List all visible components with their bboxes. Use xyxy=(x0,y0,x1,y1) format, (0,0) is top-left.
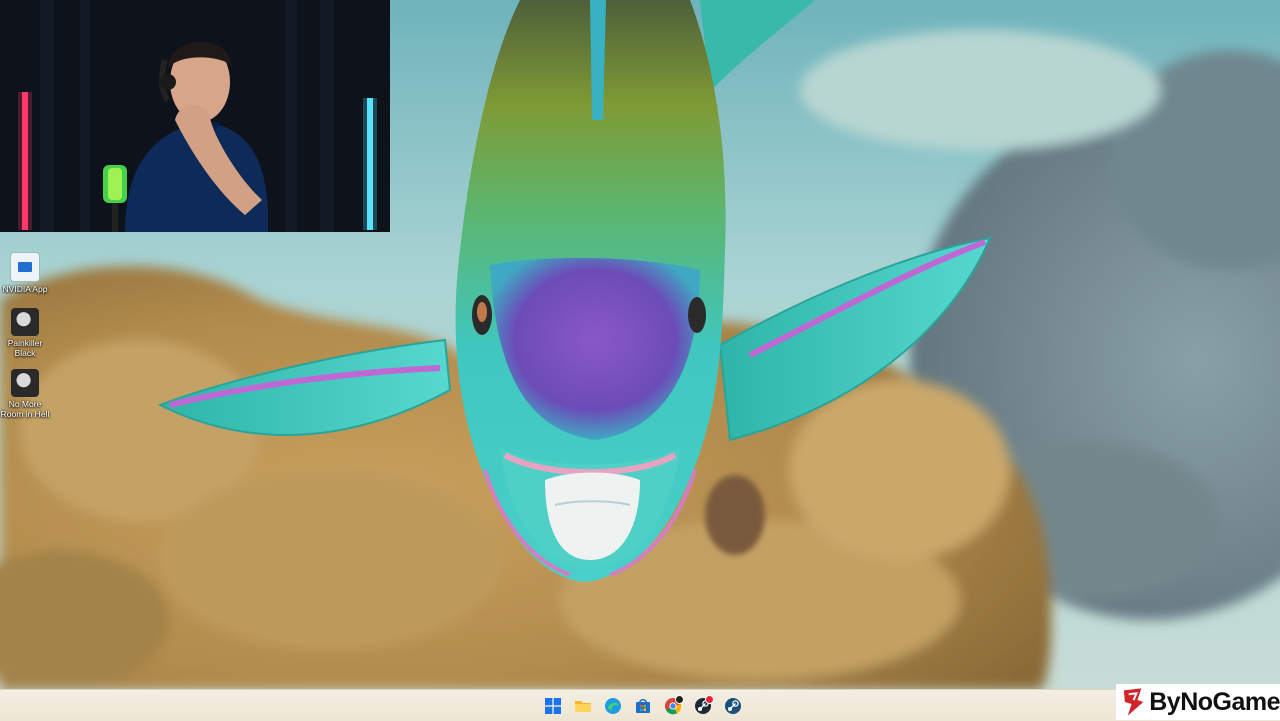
no-more-room-icon xyxy=(11,369,39,397)
nvidia-app-icon xyxy=(10,252,40,282)
webcam-overlay xyxy=(0,0,390,232)
microsoft-store-icon xyxy=(636,699,650,713)
notification-badge xyxy=(705,695,714,704)
taskbar-steam-1[interactable] xyxy=(691,694,715,718)
taskbar-app-list xyxy=(541,694,745,718)
desktop-icon-painkiller-black[interactable]: Painkiller Black xyxy=(0,308,50,358)
painkiller-icon xyxy=(11,308,39,336)
desktop-icon-label: Painkiller Black xyxy=(7,338,43,358)
taskbar-file-explorer[interactable] xyxy=(571,694,595,718)
steam-icon xyxy=(725,698,741,714)
start-button[interactable] xyxy=(541,694,565,718)
notification-badge xyxy=(675,695,684,704)
streamer-camera-feed xyxy=(0,0,390,232)
taskbar-microsoft-store[interactable] xyxy=(631,694,655,718)
taskbar xyxy=(0,689,1280,721)
edge-icon xyxy=(605,698,621,714)
taskbar-chrome[interactable] xyxy=(661,694,685,718)
desktop-icon-label: No More Room in Hell xyxy=(0,399,50,419)
windows-start-icon xyxy=(545,698,561,714)
desktop-icon-no-more-room-in-hell[interactable]: No More Room in Hell xyxy=(0,369,50,419)
desktop-icon-label: NVIDIA App xyxy=(2,284,48,294)
taskbar-edge[interactable] xyxy=(601,694,625,718)
file-explorer-icon xyxy=(575,701,591,712)
bynogame-watermark: ByNoGame xyxy=(1116,684,1280,720)
watermark-text: ByNoGame xyxy=(1149,687,1280,716)
desktop-icon-nvidia-app[interactable]: NVIDIA App xyxy=(0,252,50,294)
bynogame-logo-icon xyxy=(1123,688,1144,716)
taskbar-steam-2[interactable] xyxy=(721,694,745,718)
